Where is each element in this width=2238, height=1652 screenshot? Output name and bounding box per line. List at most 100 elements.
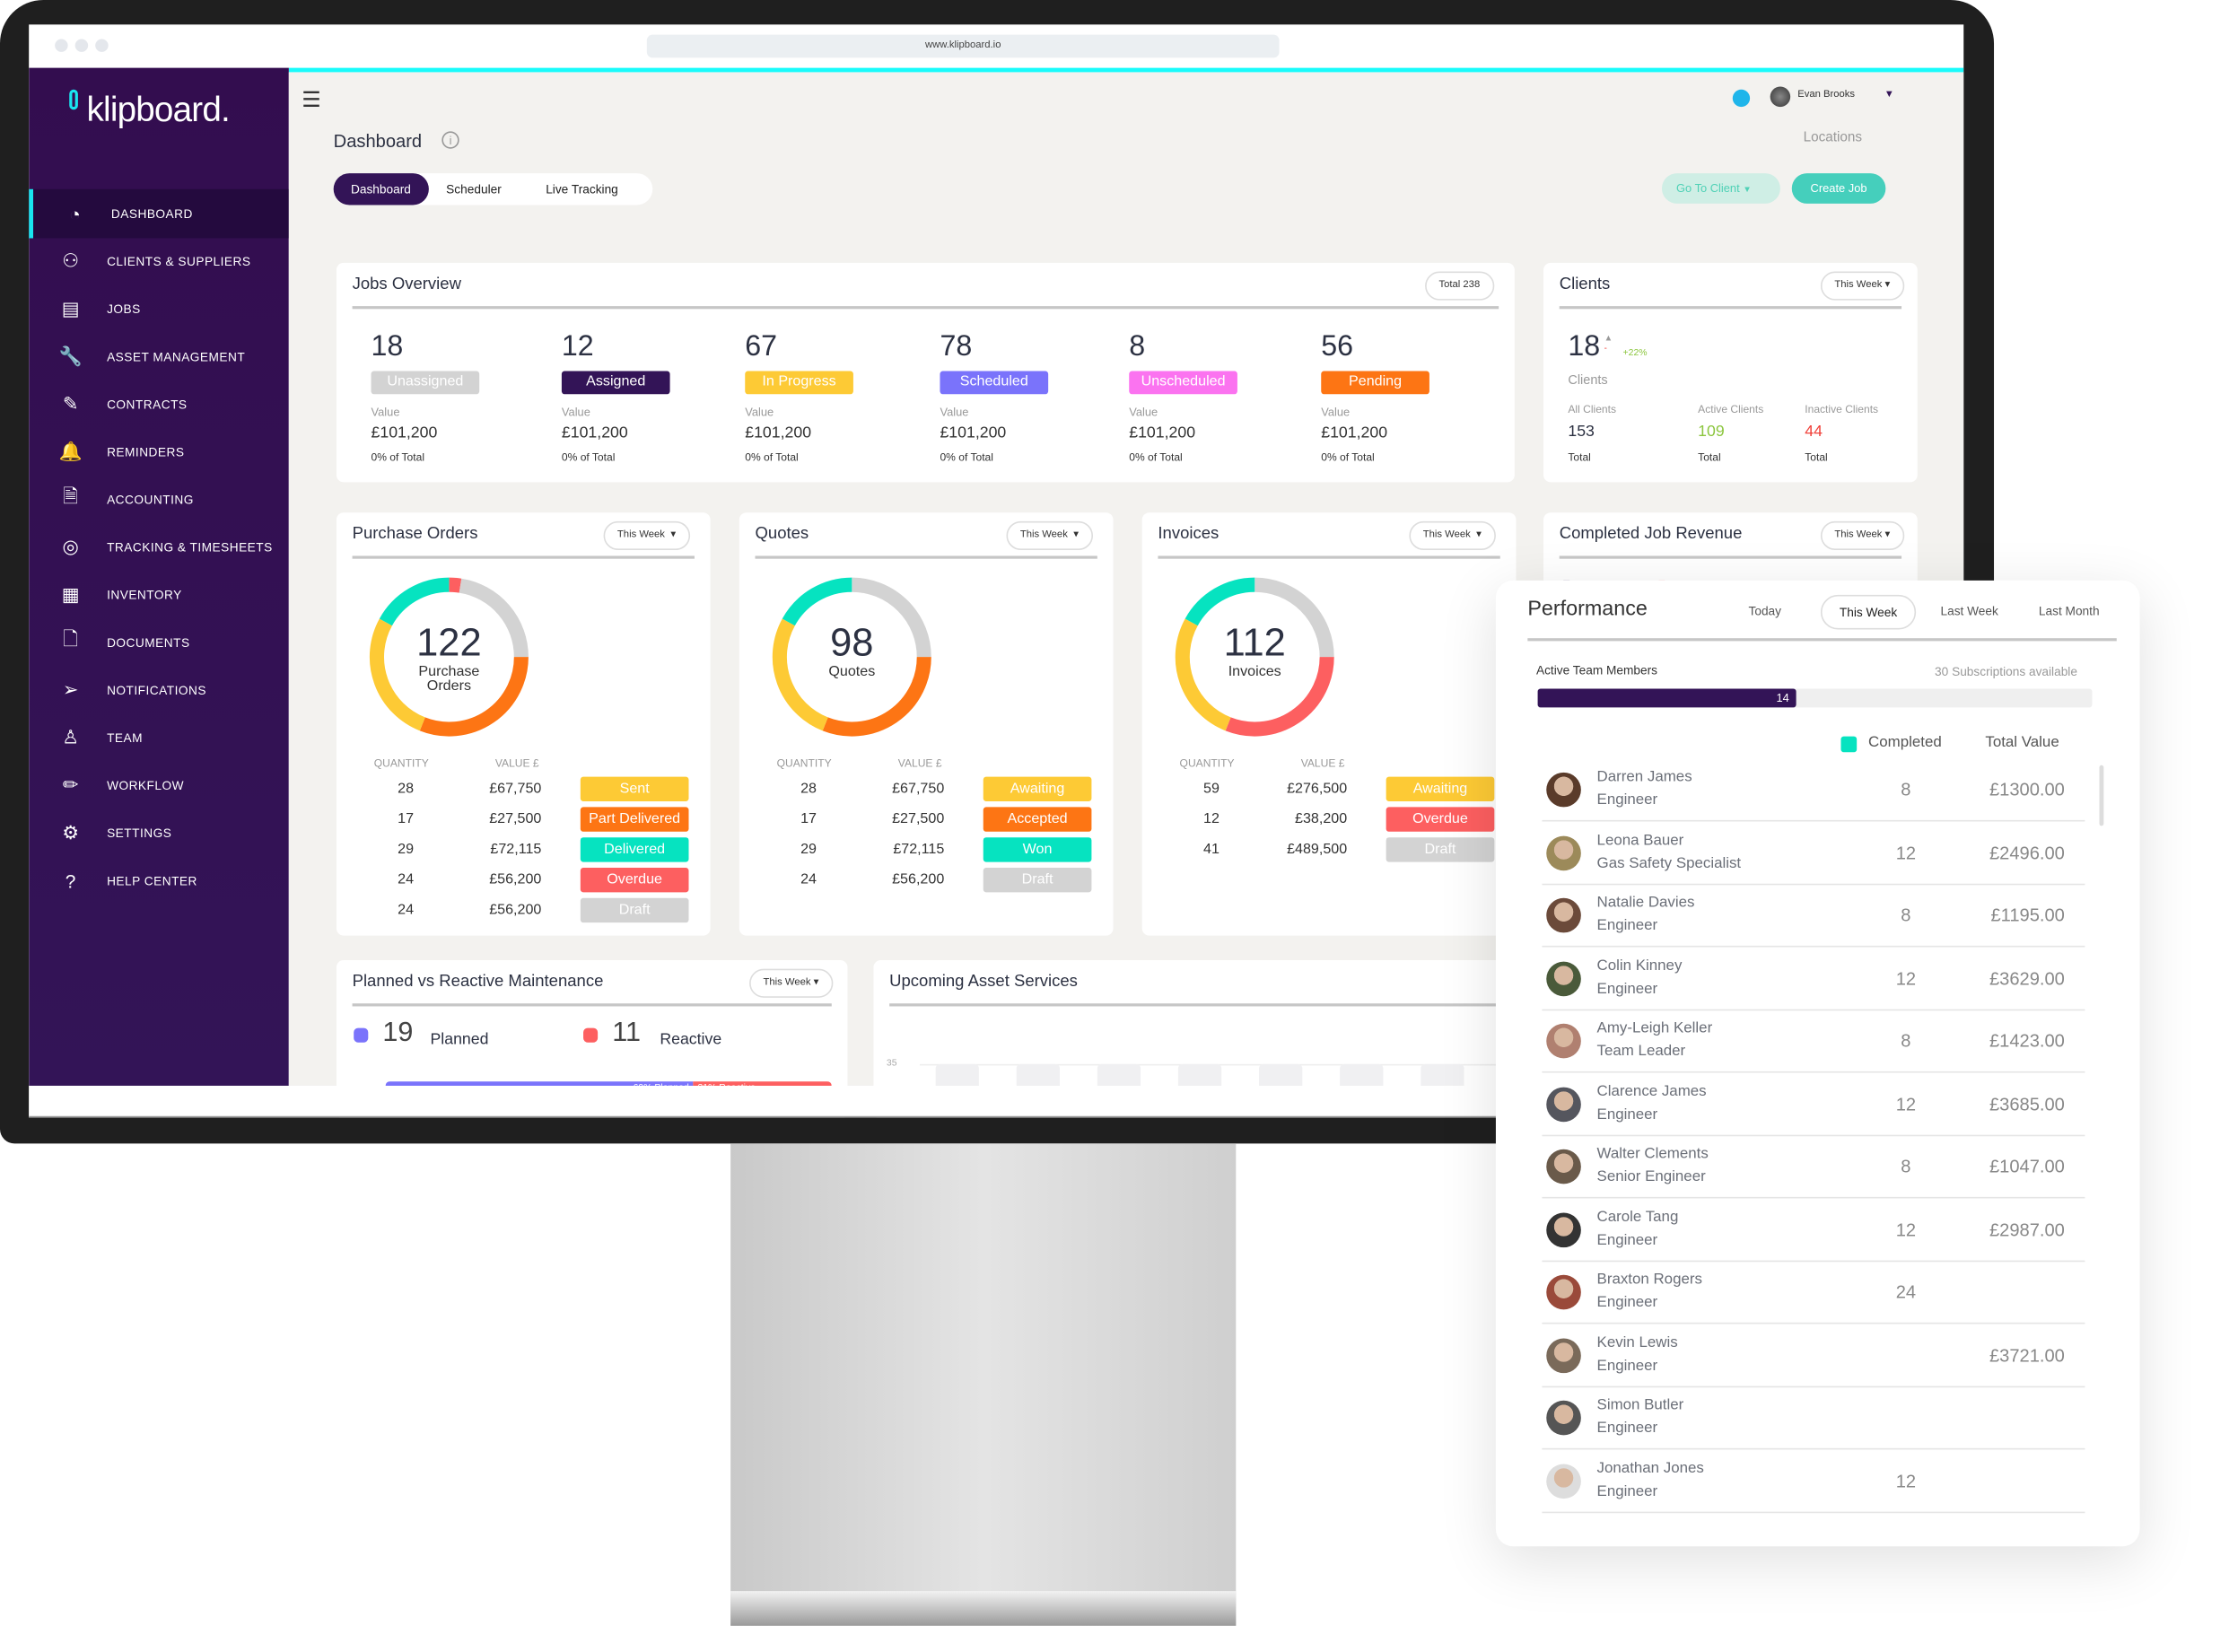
avatar [1546,1337,1581,1373]
sidebar-item-dashboard[interactable]: ◔ DASHBOARD [29,188,289,239]
row-value: £276,500 [1287,781,1348,798]
job-status-badge[interactable]: Scheduled [940,371,1049,395]
sidebar-item-jobs[interactable]: ▤ JOBS [29,284,289,334]
row-status-badge[interactable]: Sent [580,776,689,801]
locations-link[interactable]: Locations [1804,130,1862,146]
row-status-badge[interactable]: Awaiting [1386,776,1495,801]
row-status-badge[interactable]: Awaiting [983,776,1092,801]
member-total-value: £2496.00 [1989,842,2065,863]
row-status-badge[interactable]: Accepted [983,807,1092,832]
team-member-row[interactable]: Jonathan Jones Engineer 12 [1542,1450,2085,1513]
scrollbar[interactable] [2099,765,2104,826]
row-status-badge[interactable]: Draft [580,897,689,923]
clients-filter-dropdown[interactable]: This Week ▾ [1820,271,1905,301]
team-member-row[interactable]: Kevin Lewis Engineer £3721.00 [1542,1324,2085,1387]
job-value: £101,200 [745,424,812,442]
team-member-row[interactable]: Darren James Engineer 8 £1300.00 [1542,759,2085,822]
sidebar-item-notifications[interactable]: ➢ NOTIFICATIONS [29,666,289,715]
team-member-row[interactable]: Carole Tang Engineer 12 £2987.00 [1542,1199,2085,1262]
filter-dropdown[interactable]: This Week ▾ [1408,520,1496,551]
go-to-client-dropdown[interactable]: Go To Client ▼ [1661,173,1780,204]
row-status-badge[interactable]: Draft [1386,837,1495,862]
maintenance-filter-dropdown[interactable]: This Week ▾ [748,968,834,998]
sidebar-item-label: TEAM [107,730,143,746]
team-member-row[interactable]: Natalie Davies Engineer 8 £1195.00 [1542,885,2085,948]
job-status-badge[interactable]: Assigned [561,371,670,395]
filter-label: This Week [1834,280,1883,291]
avatar [1546,1086,1581,1122]
tab-last-week[interactable]: Last Week [1923,595,2015,630]
sidebar-item-settings[interactable]: ⚙ SETTINGS [29,809,289,858]
sidebar-item-reminders[interactable]: 🔔 REMINDERS [29,427,289,476]
sidebar-item-label: WORKFLOW [107,778,184,793]
donut-label: Quotes [828,664,876,680]
sidebar-item-inventory[interactable]: ▦ INVENTORY [29,571,289,620]
performance-panel: Performance Active Team Members 30 Subsc… [1495,580,2140,1547]
team-member-row[interactable]: Simon Butler Engineer [1542,1387,2085,1450]
row-status-badge[interactable]: Delivered [580,837,689,862]
table-row: 29 £72,115 Delivered [337,837,711,863]
user-name[interactable]: Evan Brooks [1797,90,1855,100]
sidebar-item-asset-management[interactable]: 🔧 ASSET MANAGEMENT [29,332,289,381]
row-value: £67,750 [892,781,945,798]
row-status-badge[interactable]: Part Delivered [580,807,689,832]
team-member-row[interactable]: Braxton Rogers Engineer 24 [1542,1262,2085,1324]
row-status-badge[interactable]: Overdue [1386,807,1495,832]
tab-scheduler[interactable]: Scheduler [429,173,519,205]
job-status-badge[interactable]: Unscheduled [1129,371,1237,395]
row-status-badge[interactable]: Overdue [580,868,689,893]
tab-this-week[interactable]: This Week [1820,594,1917,630]
member-name: Leona Bauer [1596,830,1684,849]
member-completed: 12 [1895,1219,1917,1240]
tab-today[interactable]: Today [1731,595,1798,630]
sidebar-item-accounting[interactable]: 🗎 ACCOUNTING [29,475,289,524]
sidebar-item-workflow[interactable]: ✏ WORKFLOW [29,761,289,810]
sidebar-item-tracking-timesheets[interactable]: ◎ TRACKING & TIMESHEETS [29,522,289,572]
row-status-badge[interactable]: Draft [983,868,1092,893]
window-dot-maximize[interactable] [95,39,109,52]
window-dot-minimize[interactable] [74,39,89,52]
sidebar-item-team[interactable]: ♙ TEAM [29,713,289,763]
sidebar-item-documents[interactable]: 🗋 DOCUMENTS [29,618,289,668]
filter-dropdown[interactable]: This Week ▾ [1005,520,1094,551]
job-status-badge[interactable]: Pending [1321,371,1429,395]
member-completed: 8 [1901,1030,1911,1052]
table-row: 17 £27,500 Part Delivered [337,807,711,833]
job-status-badge[interactable]: In Progress [745,371,853,395]
hamburger-menu-icon[interactable]: ☰ [302,87,321,112]
sidebar-item-label: NOTIFICATIONS [107,683,206,698]
sidebar-item-label: ACCOUNTING [107,492,194,507]
filter-dropdown[interactable]: This Week ▾ [602,520,691,551]
row-status-badge[interactable]: Won [983,837,1092,862]
team-member-row[interactable]: Walter Clements Senior Engineer 8 £1047.00 [1542,1136,2085,1199]
revenue-filter-dropdown[interactable]: This Week ▾ [1820,520,1905,551]
team-member-row[interactable]: Amy-Leigh Keller Team Leader 8 £1423.00 [1542,1010,2085,1073]
info-icon[interactable]: i [441,131,459,149]
team-member-row[interactable]: Colin Kinney Engineer 12 £3629.00 [1542,948,2085,1010]
sidebar-item-contracts[interactable]: ✎ CONTRACTS [29,380,289,429]
tab-last-month[interactable]: Last Month [2022,595,2117,630]
member-role: Engineer [1596,916,1658,935]
address-bar[interactable]: www.klipboard.io [646,34,1280,58]
job-pct-of-total: 0% of Total [561,450,616,464]
team-member-row[interactable]: Leona Bauer Gas Safety Specialist 12 £2496.… [1542,822,2085,885]
filter-label: This Week [763,977,811,988]
sidebar-item-help-center[interactable]: ? HELP CENTER [29,856,289,905]
sidebar-item-clients-suppliers[interactable]: ⚇ CLIENTS & SUPPLIERS [29,237,289,286]
job-value: £101,200 [561,424,628,442]
job-pct-of-total: 0% of Total [1129,450,1183,464]
user-menu-caret-icon[interactable]: ▼ [1884,90,1894,100]
member-role: Engineer [1596,1356,1658,1374]
window-dot-close[interactable] [55,39,68,52]
job-count: 67 [745,330,778,363]
tab-live-tracking[interactable]: Live Tracking [529,173,635,205]
user-avatar[interactable] [1770,86,1791,108]
team-member-row[interactable]: Clarence James Engineer 12 £3685.00 [1542,1073,2085,1136]
table-row: 12 £38,200 Overdue [1142,807,1517,833]
tab-dashboard[interactable]: Dashboard [333,173,429,205]
create-job-button[interactable]: Create Job [1791,173,1886,204]
wrench-icon: 🔧 [58,345,83,367]
divider [1158,555,1500,558]
integration-icon[interactable] [1732,89,1751,108]
job-status-badge[interactable]: Unassigned [371,371,480,395]
